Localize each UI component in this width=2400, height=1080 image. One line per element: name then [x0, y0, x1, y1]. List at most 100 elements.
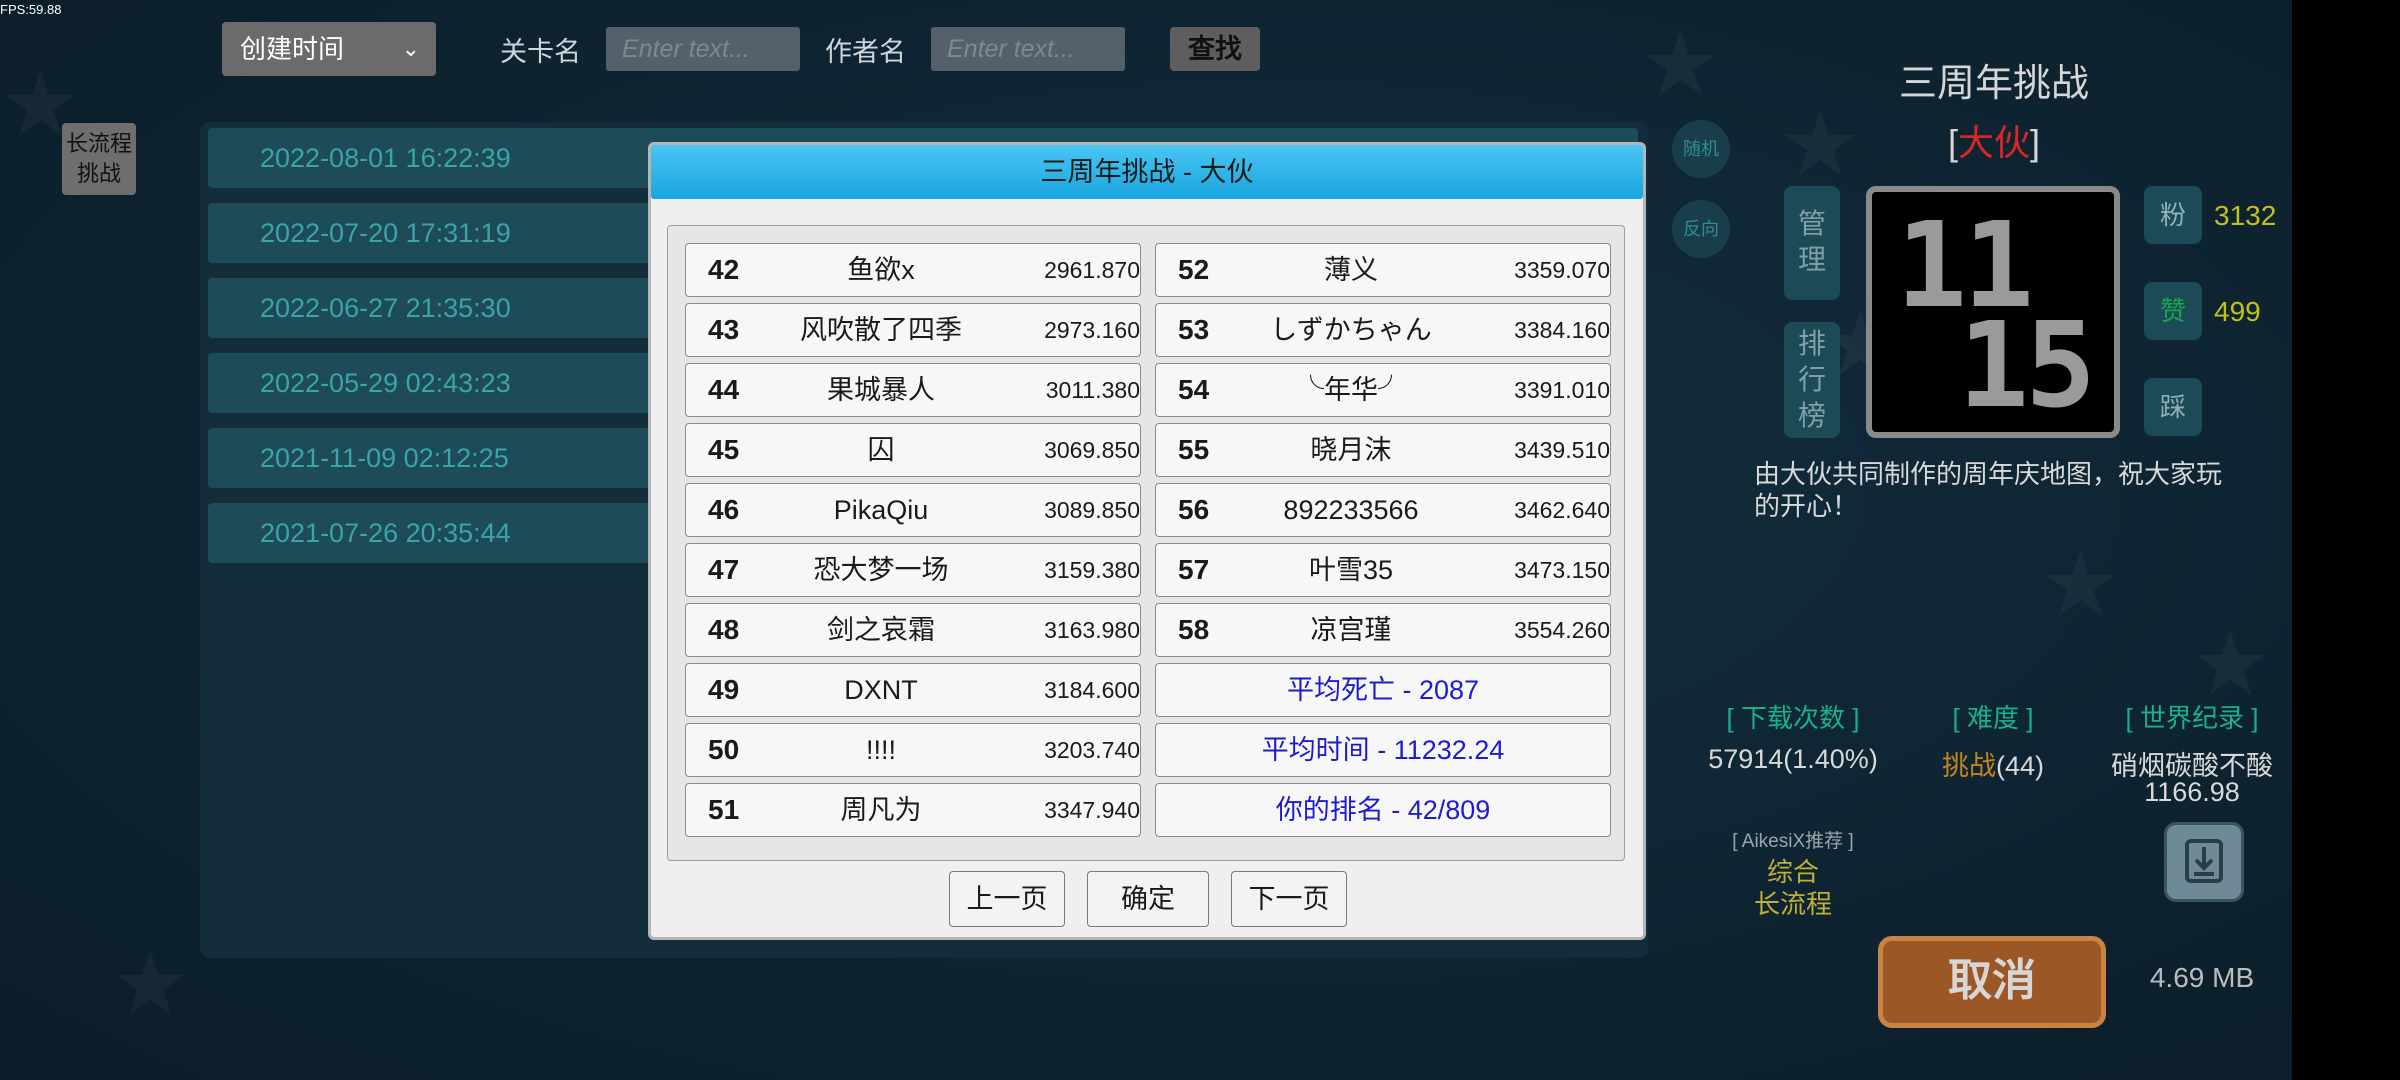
player-score: 3069.850	[1044, 437, 1140, 463]
download-icon	[2185, 839, 2223, 883]
leaderboard-row: 56 892233566 3462.640	[1155, 483, 1611, 537]
player-name: 周凡为	[840, 795, 922, 825]
recommend-tag: [ AikesiX推荐 ]	[1732, 831, 1854, 852]
level-thumbnail: 11 15	[1866, 186, 2120, 438]
prev-page-button[interactable]: 上一页	[949, 871, 1065, 927]
fans-count: 3132	[2214, 200, 2277, 231]
player-name: DXNT	[844, 675, 918, 705]
player-score: 3384.160	[1514, 317, 1610, 343]
recommend-category-2: 长流程	[1753, 889, 1832, 919]
sort-dropdown-value: 创建时间	[240, 34, 345, 64]
rank-number: 46	[708, 494, 740, 525]
player-score: 3439.510	[1514, 437, 1610, 463]
leaderboard-row: 57 叶雪35 3473.150	[1155, 543, 1611, 597]
rank-number: 54	[1178, 374, 1210, 405]
player-name: 晓月沫	[1310, 435, 1392, 465]
thumbnail-glyph-bottom: 15	[1958, 296, 2096, 434]
dislike-icon[interactable]: 踩	[2144, 378, 2202, 436]
player-name: 凉宫瑾	[1310, 615, 1392, 645]
cancel-button[interactable]: 取消	[1878, 936, 2106, 1028]
leaderboard-dialog: 三周年挑战 - 大伙 42 鱼欲x 2961.870 43 风吹散了四季 297…	[648, 142, 1646, 940]
player-score: 3089.850	[1044, 497, 1140, 523]
player-score: 3159.380	[1044, 557, 1140, 583]
ranking-button[interactable]: 排行榜	[1784, 322, 1840, 438]
category-tag-button[interactable]: 长流程 挑战	[62, 123, 136, 195]
leaderboard-row: 54 ╰年华╯ 3391.010	[1155, 363, 1611, 417]
author-name[interactable]: 大伙	[1958, 122, 2030, 163]
like-icon[interactable]: 赞	[2144, 282, 2202, 340]
player-score: 3203.740	[1044, 737, 1140, 763]
leaderboard-row: 50 !!!! 3203.740	[685, 723, 1141, 777]
rank-number: 50	[708, 734, 740, 765]
level-name-input[interactable]: Enter text...	[606, 27, 800, 71]
next-page-button[interactable]: 下一页	[1231, 871, 1347, 927]
level-name-label: 关卡名	[500, 37, 581, 67]
rank-number: 49	[708, 674, 740, 705]
average-deaths: 平均死亡 - 2087	[1155, 663, 1611, 717]
player-name: 恐大梦一场	[813, 555, 949, 585]
author-bracket-open: [	[1947, 122, 1958, 163]
leaderboard-row: 52 薄义 3359.070	[1155, 243, 1611, 297]
ranking-button-label: 排行榜	[1797, 328, 1826, 431]
leaderboard-row: 48 剑之哀霜 3163.980	[685, 603, 1141, 657]
leaderboard-row: 58 凉宫瑾 3554.260	[1155, 603, 1611, 657]
rank-number: 44	[708, 374, 740, 405]
player-name: 果城暴人	[827, 375, 935, 405]
player-score: 3462.640	[1514, 497, 1610, 523]
level-author: [大伙]	[1840, 114, 2148, 166]
leaderboard-row: 45 囚 3069.850	[685, 423, 1141, 477]
rank-number: 48	[708, 614, 740, 645]
player-score: 2973.160	[1044, 317, 1140, 343]
downloads-heading: [ 下载次数 ]	[1726, 703, 1860, 733]
downloads-value: 57914(1.40%)	[1708, 744, 1878, 774]
rank-number: 43	[708, 314, 740, 345]
player-score: 3347.940	[1044, 797, 1140, 823]
player-name: しずかちゃん	[1270, 315, 1432, 345]
player-name: !!!!	[865, 735, 896, 765]
player-name: PikaQiu	[833, 495, 929, 525]
fans-icon[interactable]: 粉	[2144, 186, 2202, 244]
author-name-label: 作者名	[825, 37, 906, 67]
difficulty-value: 挑战(44)	[1930, 744, 2056, 783]
player-name: 囚	[867, 435, 895, 465]
author-name-input[interactable]: Enter text...	[931, 27, 1125, 71]
leaderboard-row: 49 DXNT 3184.600	[685, 663, 1141, 717]
reverse-button[interactable]: 反向	[1672, 200, 1730, 258]
ok-button[interactable]: 确定	[1087, 871, 1209, 927]
dialog-title: 三周年挑战 - 大伙	[651, 145, 1643, 199]
leaderboard-row: 47 恐大梦一场 3159.380	[685, 543, 1141, 597]
player-score: 2961.870	[1044, 257, 1140, 283]
fps-counter: FPS:59.88	[0, 2, 62, 17]
download-button[interactable]	[2164, 822, 2244, 902]
rank-number: 55	[1178, 434, 1210, 465]
category-tag-line-1: 长流程	[65, 131, 132, 156]
difficulty-word: 挑战	[1941, 751, 1996, 781]
rank-number: 51	[708, 794, 740, 825]
player-score: 3391.010	[1514, 377, 1610, 403]
player-name: 892233566	[1283, 495, 1419, 525]
sort-dropdown[interactable]: 创建时间 ⌄	[222, 22, 436, 76]
category-tag-line-2: 挑战	[76, 161, 121, 186]
leaderboard-row: 46 PikaQiu 3089.850	[685, 483, 1141, 537]
rank-number: 57	[1178, 554, 1210, 585]
manage-button[interactable]: 管理	[1784, 186, 1840, 300]
likes-count: 499	[2214, 296, 2261, 327]
leaderboard-row: 43 风吹散了四季 2973.160	[685, 303, 1141, 357]
random-button[interactable]: 随机	[1672, 120, 1730, 178]
leaderboard-row: 44 果城暴人 3011.380	[685, 363, 1141, 417]
player-score: 3163.980	[1044, 617, 1140, 643]
rank-number: 47	[708, 554, 740, 585]
rank-number: 53	[1178, 314, 1210, 345]
player-name: 薄义	[1324, 255, 1378, 285]
player-score: 3359.070	[1514, 257, 1610, 283]
player-score: 3554.260	[1514, 617, 1610, 643]
file-size: 4.69 MB	[2149, 962, 2255, 993]
rank-number: 56	[1178, 494, 1210, 525]
world-record-time: 1166.98	[2144, 777, 2240, 807]
search-button[interactable]: 查找	[1170, 27, 1260, 71]
author-bracket-close: ]	[2030, 122, 2041, 163]
difficulty-heading: [ 难度 ]	[1952, 703, 2034, 733]
level-title: 三周年挑战	[1898, 63, 2089, 105]
level-description: 由大伙共同制作的周年庆地图，祝大家玩的开心！	[1754, 459, 2223, 521]
leaderboard-row: 42 鱼欲x 2961.870	[685, 243, 1141, 297]
